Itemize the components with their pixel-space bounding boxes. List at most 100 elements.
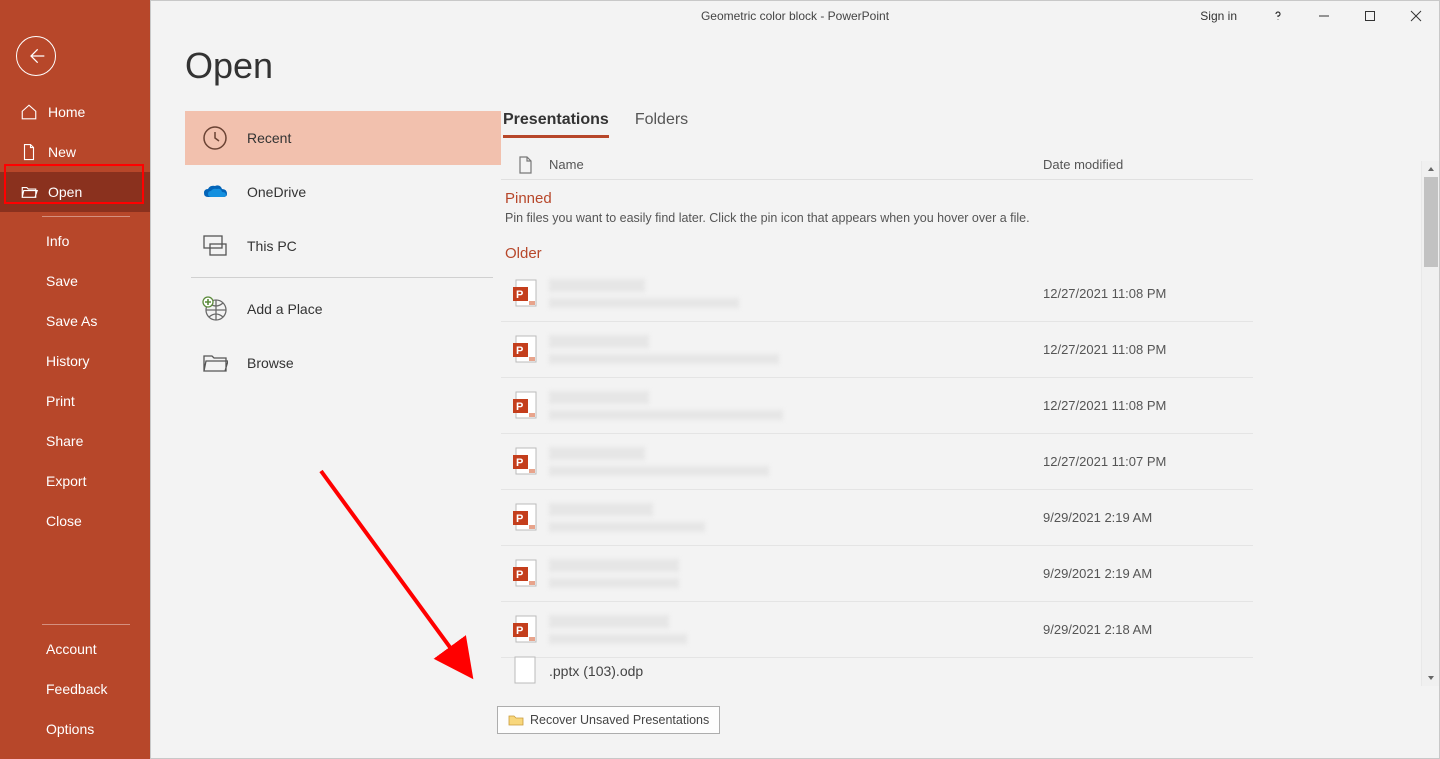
nav-new[interactable]: New [0, 132, 150, 172]
scrollbar[interactable] [1421, 161, 1439, 686]
svg-text:P: P [516, 457, 523, 469]
new-icon [20, 143, 38, 161]
pptx-icon [512, 656, 538, 686]
source-label: This PC [247, 238, 297, 254]
nav-label: Open [48, 184, 82, 200]
file-date: 12/27/2021 11:08 PM [1043, 398, 1253, 413]
nav-history: History [0, 341, 150, 381]
file-path-redacted [549, 466, 769, 476]
nav-divider [42, 216, 130, 217]
open-icon [20, 183, 38, 201]
back-button[interactable] [16, 36, 56, 76]
source-recent[interactable]: Recent [185, 111, 501, 165]
svg-text:P: P [516, 289, 523, 301]
recover-unsaved-button[interactable]: Recover Unsaved Presentations [497, 706, 720, 734]
file-row[interactable]: P 12/27/2021 11:08 PM [501, 378, 1253, 434]
tab-folders[interactable]: Folders [635, 111, 688, 138]
pptx-icon: P [512, 615, 538, 645]
file-list-header: Name Date modified [501, 150, 1253, 180]
close-button[interactable] [1393, 1, 1439, 31]
svg-text:P: P [516, 513, 523, 525]
svg-text:P: P [516, 569, 523, 581]
nav-home[interactable]: Home [0, 92, 150, 132]
source-this-pc[interactable]: This PC [185, 219, 501, 273]
source-label: OneDrive [247, 184, 306, 200]
section-older: Older [505, 245, 1439, 262]
pin-hint: Pin files you want to easily find later.… [505, 211, 1439, 225]
folder-icon [508, 713, 524, 727]
svg-text:P: P [516, 401, 523, 413]
file-name-redacted [549, 503, 653, 516]
nav-info[interactable]: Info [0, 221, 150, 261]
file-name-redacted [549, 279, 645, 292]
nav-open[interactable]: Open [0, 172, 150, 212]
file-name: .pptx (103).odp [549, 663, 643, 679]
svg-text:P: P [516, 625, 523, 637]
nav-options[interactable]: Options [0, 709, 150, 749]
minimize-button[interactable] [1301, 1, 1347, 31]
file-row[interactable]: P 9/29/2021 2:19 AM [501, 490, 1253, 546]
source-label: Browse [247, 355, 294, 371]
source-add-place[interactable]: Add a Place [185, 282, 501, 336]
file-path-redacted [549, 634, 687, 644]
file-date: 9/29/2021 2:19 AM [1043, 566, 1253, 581]
add-place-icon [201, 296, 229, 322]
file-row[interactable]: P 12/27/2021 11:07 PM [501, 434, 1253, 490]
sign-in-link[interactable]: Sign in [1200, 9, 1237, 23]
column-date[interactable]: Date modified [1043, 157, 1253, 172]
scroll-up-button[interactable] [1422, 161, 1439, 177]
pptx-icon: P [512, 559, 538, 589]
scrollbar-thumb[interactable] [1424, 177, 1438, 267]
pptx-icon: P [512, 335, 538, 365]
file-row[interactable]: P 9/29/2021 2:19 AM [501, 546, 1253, 602]
nav-divider [42, 624, 130, 625]
file-name-redacted [549, 391, 649, 404]
source-divider [191, 277, 493, 278]
file-icon [518, 156, 532, 174]
browse-icon [201, 352, 229, 374]
scrollbar-track[interactable] [1422, 177, 1439, 670]
file-date: 12/27/2021 11:08 PM [1043, 286, 1253, 301]
file-row[interactable]: P 12/27/2021 11:08 PM [501, 266, 1253, 322]
file-date: 12/27/2021 11:08 PM [1043, 342, 1253, 357]
file-path-redacted [549, 578, 679, 588]
maximize-button[interactable] [1347, 1, 1393, 31]
recover-label: Recover Unsaved Presentations [530, 713, 709, 727]
onedrive-icon [201, 183, 229, 201]
nav-share[interactable]: Share [0, 421, 150, 461]
source-browse[interactable]: Browse [185, 336, 501, 390]
nav-close[interactable]: Close [0, 501, 150, 541]
file-name-redacted [549, 615, 669, 628]
nav-save[interactable]: Save [0, 261, 150, 301]
svg-text:P: P [516, 345, 523, 357]
file-name-redacted [549, 447, 645, 460]
file-date: 12/27/2021 11:07 PM [1043, 454, 1253, 469]
file-name-redacted [549, 559, 679, 572]
nav-feedback[interactable]: Feedback [0, 669, 150, 709]
file-path-redacted [549, 354, 779, 364]
tab-presentations[interactable]: Presentations [503, 111, 609, 138]
nav-print[interactable]: Print [0, 381, 150, 421]
nav-save-as[interactable]: Save As [0, 301, 150, 341]
nav-export[interactable]: Export [0, 461, 150, 501]
home-icon [20, 103, 38, 121]
file-name-redacted [549, 335, 649, 348]
titlebar: Geometric color block - PowerPoint Sign … [151, 1, 1439, 31]
file-row[interactable]: P 12/27/2021 11:08 PM [501, 322, 1253, 378]
help-button[interactable] [1255, 1, 1301, 31]
nav-account[interactable]: Account [0, 629, 150, 669]
nav-label: Home [48, 104, 85, 120]
file-row[interactable]: P 9/29/2021 2:18 AM [501, 602, 1253, 658]
page-title: Open [185, 45, 1439, 87]
source-onedrive[interactable]: OneDrive [185, 165, 501, 219]
column-name[interactable]: Name [549, 157, 1043, 172]
scroll-down-button[interactable] [1422, 670, 1439, 686]
this-pc-icon [201, 234, 229, 258]
pptx-icon: P [512, 391, 538, 421]
clock-icon [201, 125, 229, 151]
pptx-icon: P [512, 447, 538, 477]
pptx-icon: P [512, 279, 538, 309]
file-path-redacted [549, 522, 705, 532]
file-path-redacted [549, 298, 739, 308]
file-row-partial[interactable]: .pptx (103).odp [501, 658, 1439, 684]
